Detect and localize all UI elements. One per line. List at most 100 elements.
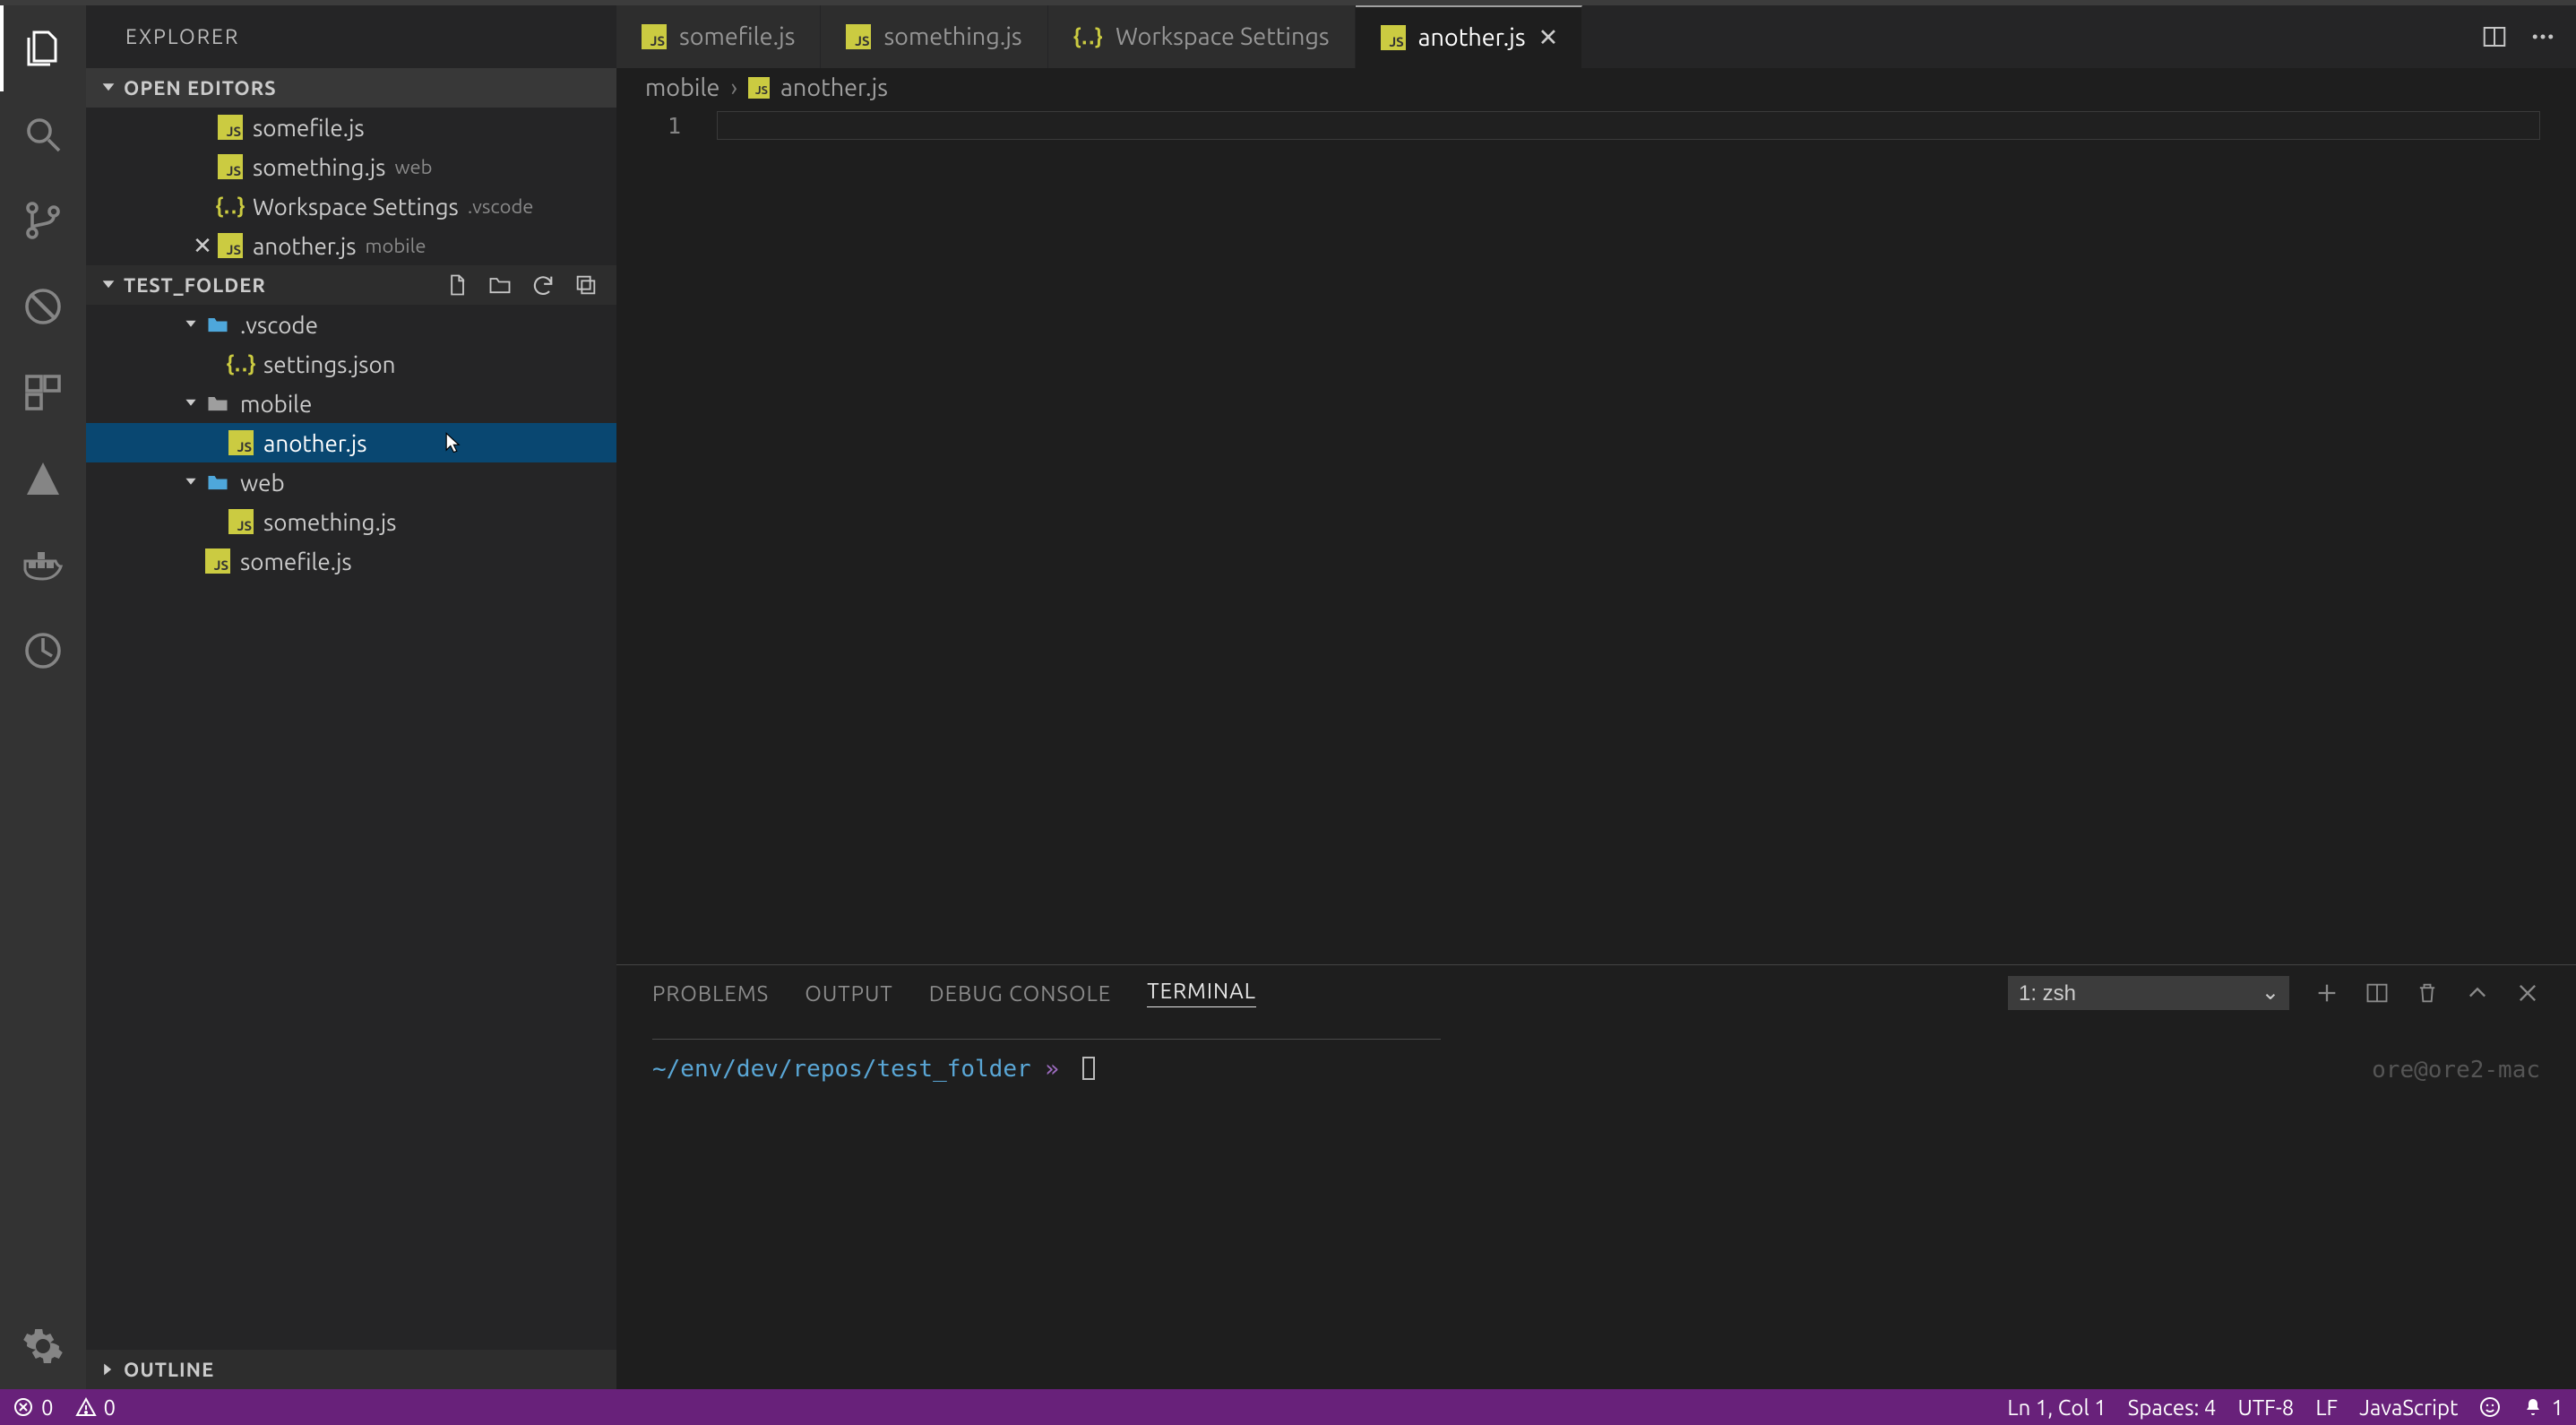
tree-file-something[interactable]: JS something.js — [86, 502, 616, 541]
tab-workspace-settings[interactable]: {‥} Workspace Settings — [1048, 5, 1356, 68]
editor-tabs: JS somefile.js JS something.js {‥} Works… — [616, 5, 2576, 68]
sidebar: EXPLORER OPEN EDITORS JS somefile.js JS … — [86, 5, 616, 1389]
chevron-right-icon: › — [730, 74, 737, 101]
terminal-host: ore@ore2-mac — [2372, 1057, 2540, 1084]
azure-icon — [22, 457, 65, 500]
activity-docker[interactable] — [0, 522, 86, 608]
js-icon: JS — [748, 77, 770, 99]
js-icon: JS — [218, 115, 243, 140]
tab-label: something.js — [883, 23, 1021, 50]
breadcrumb-folder: mobile — [645, 74, 719, 101]
status-ln-col[interactable]: Ln 1, Col 1 — [2007, 1395, 2106, 1420]
section-workspace[interactable]: TEST_FOLDER — [86, 265, 616, 305]
breadcrumb-file: another.js — [780, 74, 888, 101]
extensions-icon — [22, 371, 65, 414]
tab-somefile[interactable]: JS somefile.js — [616, 5, 821, 68]
split-terminal-icon[interactable] — [2365, 980, 2390, 1006]
status-spaces[interactable]: Spaces: 4 — [2128, 1395, 2217, 1420]
error-icon — [13, 1396, 34, 1418]
status-feedback[interactable] — [2479, 1396, 2501, 1418]
bug-icon — [22, 285, 65, 328]
status-encoding[interactable]: UTF-8 — [2237, 1395, 2294, 1420]
activity-azure[interactable] — [0, 436, 86, 522]
tree-item-label: settings.json — [263, 351, 396, 377]
status-notifications[interactable]: 1 — [2522, 1395, 2563, 1420]
new-file-icon[interactable] — [444, 272, 470, 298]
section-outline[interactable]: OUTLINE — [86, 1350, 616, 1389]
plus-icon[interactable] — [2314, 980, 2339, 1006]
panel-tab-problems[interactable]: PROBLEMS — [652, 981, 769, 1006]
tree-folder-web[interactable]: web — [86, 462, 616, 502]
chevron-up-icon[interactable] — [2465, 980, 2490, 1006]
activity-scm[interactable] — [0, 177, 86, 263]
status-warnings[interactable]: 0 — [75, 1395, 116, 1420]
section-open-editors[interactable]: OPEN EDITORS — [86, 68, 616, 108]
tree-item-label: web — [240, 470, 285, 496]
tree-item-label: somefile.js — [240, 548, 352, 574]
refresh-icon[interactable] — [530, 272, 556, 298]
open-editor-item[interactable]: JS somefile.js — [86, 108, 616, 147]
js-icon: JS — [228, 509, 254, 534]
js-icon: JS — [1381, 25, 1406, 50]
close-icon[interactable]: ✕ — [1538, 24, 1556, 52]
js-icon: JS — [642, 24, 667, 49]
tree-folder-vscode[interactable]: .vscode — [86, 305, 616, 344]
open-editor-hint: mobile — [366, 235, 426, 257]
branch-icon — [22, 199, 65, 242]
js-icon: JS — [205, 548, 230, 574]
more-icon[interactable] — [2529, 23, 2556, 50]
tree-folder-mobile[interactable]: mobile — [86, 384, 616, 423]
tab-label: Workspace Settings — [1116, 23, 1330, 50]
chevron-down-icon — [97, 278, 120, 292]
tab-something[interactable]: JS something.js — [821, 5, 1047, 68]
status-warnings-count: 0 — [104, 1395, 116, 1420]
json-icon: {‥} — [215, 194, 245, 219]
activity-debug[interactable] — [0, 263, 86, 350]
trash-icon[interactable] — [2415, 980, 2440, 1006]
outline-label: OUTLINE — [124, 1359, 214, 1381]
tree-item-label: mobile — [240, 391, 312, 417]
tree-file-somefile[interactable]: JS somefile.js — [86, 541, 616, 581]
panel-tab-debug[interactable]: DEBUG CONSOLE — [929, 981, 1112, 1006]
close-icon[interactable]: ✕ — [190, 232, 215, 260]
activity-liveshare[interactable] — [0, 608, 86, 694]
activity-settings[interactable] — [0, 1303, 86, 1389]
tree-file-settings[interactable]: {‥} settings.json — [86, 344, 616, 384]
terminal-body[interactable]: ~/env/dev/repos/test_folder » ore@ore2-m… — [616, 1021, 2576, 1389]
tab-another[interactable]: JS another.js ✕ — [1356, 5, 1582, 68]
chevron-down-icon — [179, 397, 202, 410]
open-editor-item[interactable]: {‥} Workspace Settings .vscode — [86, 186, 616, 226]
code-editor[interactable]: 1 — [616, 108, 2576, 964]
status-errors-count: 0 — [41, 1395, 54, 1420]
folder-open-icon — [202, 312, 233, 337]
open-editor-item[interactable]: ✕ JS another.js mobile — [86, 226, 616, 265]
panel-tab-terminal[interactable]: TERMINAL — [1147, 979, 1256, 1007]
close-icon[interactable] — [2515, 980, 2540, 1006]
status-language[interactable]: JavaScript — [2359, 1395, 2458, 1420]
status-errors[interactable]: 0 — [13, 1395, 54, 1420]
chevron-right-icon — [97, 1362, 120, 1377]
new-folder-icon[interactable] — [487, 272, 513, 298]
gear-icon — [22, 1325, 65, 1368]
collapse-all-icon[interactable] — [573, 272, 599, 298]
bottom-panel: PROBLEMS OUTPUT DEBUG CONSOLE TERMINAL 1… — [616, 964, 2576, 1389]
open-editors-label: OPEN EDITORS — [124, 77, 277, 99]
open-editor-item[interactable]: JS something.js web — [86, 147, 616, 186]
split-editor-icon[interactable] — [2481, 23, 2508, 50]
breadcrumb[interactable]: mobile › JS another.js — [616, 68, 2576, 108]
open-editor-label: another.js — [253, 233, 357, 259]
terminal-select[interactable]: 1: zsh — [2008, 976, 2289, 1010]
panel-tab-output[interactable]: OUTPUT — [805, 981, 892, 1006]
sidebar-title: EXPLORER — [86, 5, 616, 68]
activity-explorer[interactable] — [0, 5, 86, 91]
workspace-label: TEST_FOLDER — [124, 274, 266, 297]
tree-item-label: something.js — [263, 509, 396, 535]
activity-extensions[interactable] — [0, 350, 86, 436]
status-eol[interactable]: LF — [2315, 1395, 2338, 1420]
folder-open-icon — [202, 470, 233, 495]
js-icon: JS — [228, 430, 254, 455]
activity-search[interactable] — [0, 91, 86, 177]
tree-file-another[interactable]: JS another.js — [86, 423, 616, 462]
panel-tabs: PROBLEMS OUTPUT DEBUG CONSOLE TERMINAL 1… — [616, 965, 2576, 1021]
file-tree: .vscode {‥} settings.json mobile JS anot… — [86, 305, 616, 581]
